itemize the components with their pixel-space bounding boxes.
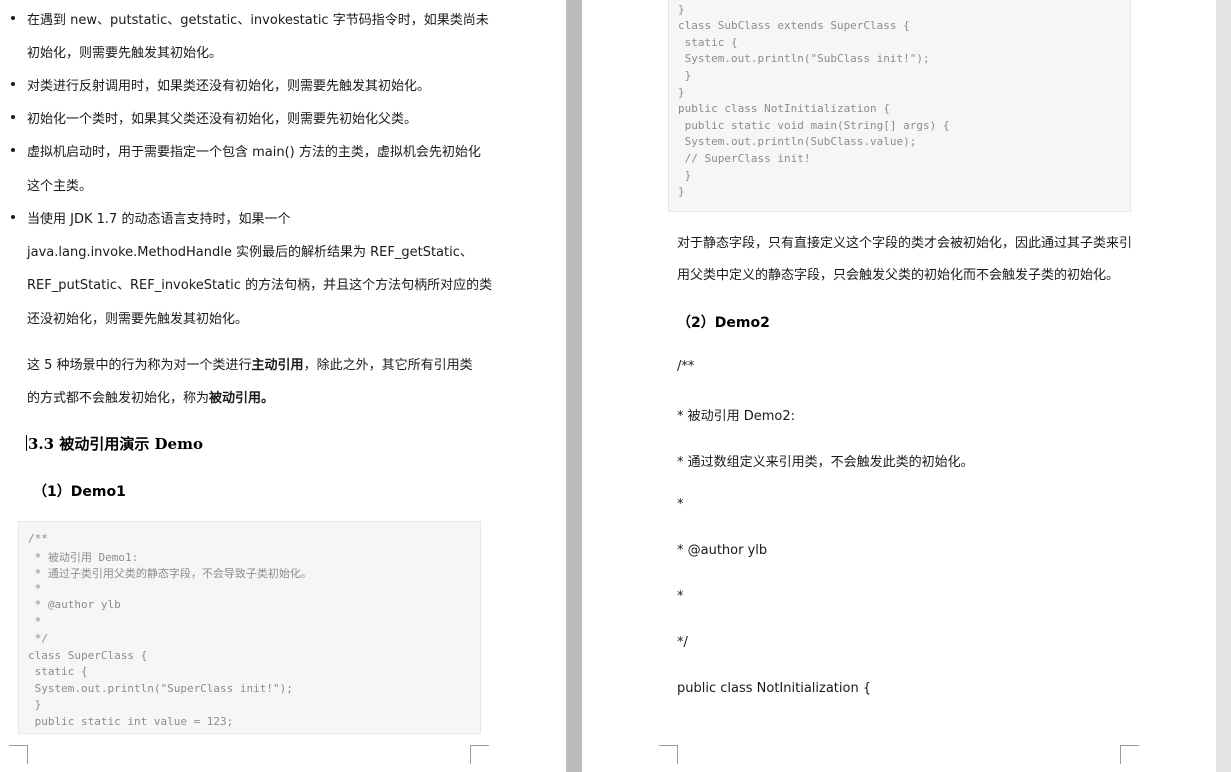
bullet-marker (11, 115, 15, 119)
code-line: } (678, 185, 685, 198)
code-line: static { (678, 36, 738, 49)
code-line: * 被动引用 Demo1: (28, 551, 139, 564)
section-heading: 3.3 被动引用演示 Demo (28, 435, 203, 453)
code-line: } (678, 69, 692, 82)
code-block-demo1: /** * 被动引用 Demo1: * 通过子类引用父类的静态字段，不会导致子类… (18, 521, 481, 734)
term-active-reference: 主动引用 (251, 358, 304, 373)
code-line: */ (28, 632, 48, 645)
bullet-5-line-2: java.lang.invoke.MethodHandle 实例最后的解析结果为… (27, 245, 473, 260)
bullet-4-line-2: 这个主类。 (27, 179, 93, 194)
term-passive-reference: 被动引用。 (209, 391, 275, 406)
code-line: * (28, 582, 42, 595)
code-line: } (678, 86, 685, 99)
demo1-heading: （1）Demo1 (33, 484, 126, 500)
bullet-3-line-1: 初始化一个类时，如果其父类还没有初始化，则需要先初始化父类。 (27, 112, 418, 127)
comment-line: * 通过数组定义来引用类，不会触发此类的初始化。 (677, 455, 974, 470)
page-corner-mark (659, 745, 678, 764)
bullet-5-line-4: 还没初始化，则需要先触发其初始化。 (27, 312, 249, 327)
code-line: public static void main(String[] args) { (678, 119, 950, 132)
code-line: static { (28, 665, 88, 678)
explanation-line-2: 用父类中定义的静态字段，只会触发父类的初始化而不会触发子类的初始化。 (677, 268, 1120, 283)
code-block-demo1-continued: } class SubClass extends SuperClass { st… (668, 0, 1131, 212)
comment-line: * (677, 497, 684, 512)
code-line: * 通过子类引用父类的静态字段，不会导致子类初始化。 (28, 567, 312, 580)
code-line: public static int value = 123; (28, 715, 234, 728)
code-line: } (678, 169, 692, 182)
code-line: class SuperClass { (28, 649, 148, 662)
code-line: * @author ylb (28, 598, 121, 611)
bullet-marker (11, 215, 15, 219)
summary-line-1: 这 5 种场景中的行为称为对一个类进行主动引用，除此之外，其它所有引用类 (27, 358, 473, 373)
bullet-5-line-1: 当使用 JDK 1.7 的动态语言支持时，如果一个 (27, 212, 291, 227)
bullet-2-line-1: 对类进行反射调用时，如果类还没有初始化，则需要先触发其初始化。 (27, 79, 431, 94)
code-line: public class NotInitialization { (678, 102, 890, 115)
demo2-heading: （2）Demo2 (677, 315, 770, 331)
code-line: // SuperClass init! (678, 152, 811, 165)
comment-line: */ (677, 635, 688, 650)
page-corner-mark (1120, 745, 1139, 764)
explanation-line-1: 对于静态字段，只有直接定义这个字段的类才会被初始化，因此通过其子类来引 (677, 236, 1133, 251)
code-line: class SubClass extends SuperClass { (678, 19, 910, 32)
vertical-scrollbar-track[interactable] (1216, 0, 1231, 772)
page-corner-mark (9, 745, 28, 764)
bullet-marker (11, 148, 15, 152)
code-line: System.out.println("SubClass init!"); (678, 52, 930, 65)
code-line: /** (28, 532, 48, 545)
text-cursor (26, 435, 27, 451)
class-declaration-line: public class NotInitialization { (677, 681, 872, 696)
code-line: System.out.println(SubClass.value); (678, 135, 917, 148)
summary-line-2: 的方式都不会触发初始化，称为被动引用。 (27, 391, 275, 406)
bullet-1-line-1: 在遇到 new、putstatic、getstatic、invokestatic… (27, 13, 489, 28)
comment-line: * @author ylb (677, 543, 768, 558)
comment-line: /** (677, 359, 695, 374)
code-line: } (28, 698, 42, 711)
code-line: * (28, 615, 42, 628)
code-line: } (678, 3, 685, 16)
bullet-5-line-3: REF_putStatic、REF_invokeStatic 的方法句柄，并且这… (27, 278, 493, 293)
comment-line: * 被动引用 Demo2: (677, 409, 796, 424)
comment-line: * (677, 589, 684, 604)
code-line: System.out.println("SuperClass init!"); (28, 682, 293, 695)
document-page-left: 在遇到 new、putstatic、getstatic、invokestatic… (0, 0, 566, 772)
bullet-marker (11, 16, 15, 20)
bullet-4-line-1: 虚拟机启动时，用于需要指定一个包含 main() 方法的主类，虚拟机会先初始化 (27, 145, 481, 160)
bullet-1-line-2: 初始化，则需要先触发其初始化。 (27, 46, 223, 61)
page-gap (566, 0, 582, 772)
document-page-right: } class SubClass extends SuperClass { st… (582, 0, 1216, 772)
bullet-marker (11, 82, 15, 86)
page-corner-mark (470, 745, 489, 764)
